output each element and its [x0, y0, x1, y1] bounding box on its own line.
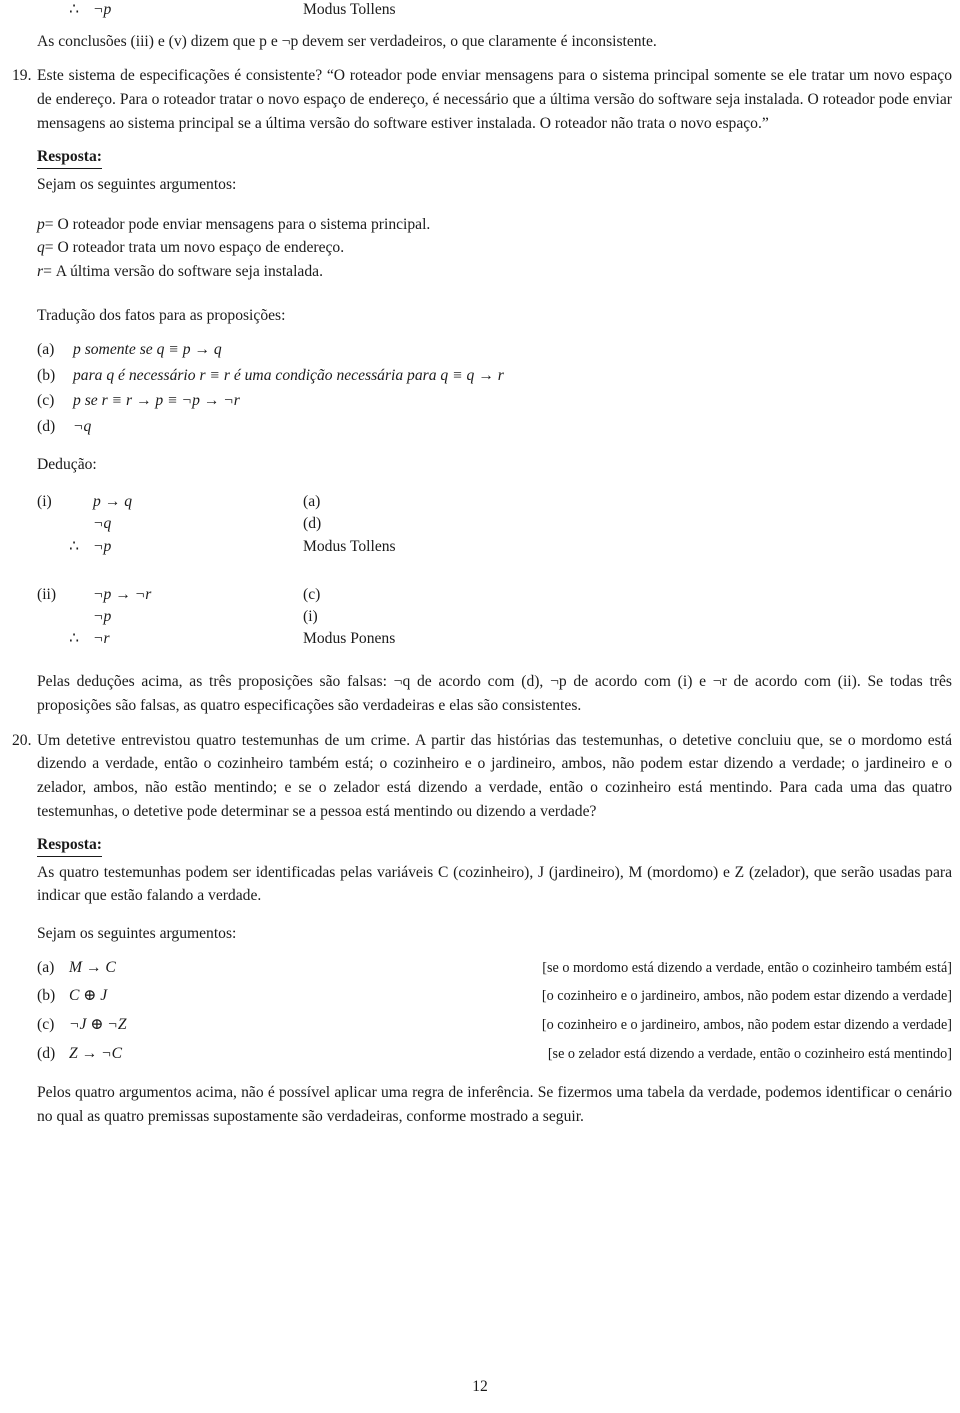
definition-variable: p [37, 215, 45, 233]
exercise-20-answer-heading-wrap: Resposta: [37, 835, 952, 857]
argument-row: (b) C ⊕ J [o cozinheiro e o jardineiro, … [37, 988, 952, 1004]
deduction-formula: ¬p [93, 537, 112, 555]
deduction-formula: ¬r [93, 630, 110, 648]
argument-description: [o cozinheiro e o jardineiro, ambos, não… [541, 988, 952, 1005]
proposition-tag: (b) [37, 366, 56, 384]
argument-tag: (d) [37, 1044, 56, 1062]
proposition-formula: p se r ≡ r → p ≡ ¬p → ¬r [73, 392, 240, 410]
argument-tag: (b) [37, 987, 56, 1005]
argument-tag: (a) [37, 958, 55, 976]
deduction-row: ∴ ¬r Modus Ponens [37, 628, 952, 650]
argument-row: (a) M → C [se o mordomo está dizendo a v… [37, 960, 952, 976]
proposition-formula: p somente se q ≡ p → q [73, 341, 222, 359]
deduction-justification: (i) [303, 607, 318, 625]
deduction-formula: ¬p → ¬r [93, 585, 152, 603]
proposition-formula: para q é necessário r ≡ r é uma condição… [73, 366, 504, 384]
deduction-tag: (i) [37, 493, 52, 511]
argument-formula: M → C [69, 958, 116, 976]
exercise-20-answer-paragraph: As quatro testemunhas podem ser identifi… [37, 863, 952, 905]
page-number: 12 [472, 1378, 488, 1396]
definition-text: A última versão do software seja instala… [55, 262, 323, 280]
exercise-19-answer-label: Resposta: [37, 147, 102, 169]
argument-formula: Z → ¬C [69, 1044, 122, 1062]
definition-line: p= O roteador pode enviar mensagens para… [37, 213, 952, 237]
exercise-19-answer-heading-wrap: Resposta: [37, 147, 952, 169]
argument-row: (d) Z → ¬C [se o zelador está dizendo a … [37, 1046, 952, 1062]
definition-text: O roteador pode enviar mensagens para o … [57, 215, 431, 233]
deduction-formula: ¬q [93, 515, 112, 533]
definition-text: O roteador trata um novo espaço de ender… [57, 239, 345, 257]
proposition-row: (d) ¬q [37, 419, 952, 435]
argument-tag: (c) [37, 1016, 55, 1034]
deduction-row: (ii) ¬p → ¬r (c) [37, 584, 952, 606]
definition-line: r= A última versão do software seja inst… [37, 260, 952, 284]
deduction-row: ¬p (i) [37, 606, 952, 628]
exercise-19-translation-intro: Tradução dos fatos para as proposições: [37, 306, 286, 324]
deduction-justification: (c) [303, 585, 321, 603]
deduction-block-i: (i) p → q (a) ¬q (d) ∴ ¬p Modus Tollens [37, 491, 952, 557]
exercise-19-arguments-intro: Sejam os seguintes argumentos: [37, 175, 237, 193]
proposition-tag: (c) [37, 392, 55, 410]
proposition-tag: (a) [37, 341, 55, 359]
deduction-block-ii: (ii) ¬p → ¬r (c) ¬p (i) ∴ ¬r Modus Ponen… [37, 584, 952, 650]
argument-description: [se o mordomo está dizendo a verdade, en… [542, 959, 952, 976]
intro-paragraph: As conclusões (iii) e (v) dizem que p e … [37, 32, 657, 50]
argument-description: [se o zelador está dizendo a verdade, en… [547, 1045, 952, 1062]
proposition-row: (b) para q é necessário r ≡ r é uma cond… [37, 368, 952, 384]
exercise-19-propositions: (a) p somente se q ≡ p → q (b) para q é … [37, 342, 952, 434]
document-page: ∴ ¬p Modus Tollens As conclusões (iii) e… [0, 0, 960, 1413]
deduction-row: ¬q (d) [37, 513, 952, 535]
definition-line: q= O roteador trata um novo espaço de en… [37, 236, 952, 260]
exercise-20-answer-label: Resposta: [37, 835, 102, 857]
deduction-row: (i) p → q (a) [37, 491, 952, 513]
therefore-symbol: ∴ [69, 537, 79, 555]
proposition-row: (a) p somente se q ≡ p → q [37, 342, 952, 358]
definition-variable: q [37, 239, 45, 257]
definition-equals: = [43, 262, 52, 280]
exercise-19: 19. Este sistema de especificações é con… [12, 64, 952, 135]
exercise-19-conclusion: Pelas deduções acima, as três proposiçõe… [37, 673, 952, 714]
deduction-label: Dedução: [37, 455, 97, 473]
argument-formula: C ⊕ J [69, 987, 108, 1005]
exercise-20-arguments: (a) M → C [se o mordomo está dizendo a v… [37, 960, 952, 1061]
therefore-symbol: ∴ [69, 630, 79, 648]
exercise-20-closing: Pelos quatro argumentos acima, não é pos… [37, 1084, 952, 1125]
argument-row: (c) ¬J ⊕ ¬Z [o cozinheiro e o jardineiro… [37, 1017, 952, 1033]
carryover-deduction-row: ∴ ¬p Modus Tollens [12, 0, 952, 18]
proposition-tag: (d) [37, 418, 56, 436]
deduction-row: ∴ ¬p Modus Tollens [37, 536, 952, 558]
page-content: ∴ ¬p Modus Tollens As conclusões (iii) e… [12, 0, 952, 1129]
definition-equals: = [44, 239, 54, 257]
carryover-justification: Modus Tollens [303, 1, 396, 18]
exercise-19-statement: Este sistema de especificações é consist… [37, 67, 952, 132]
definition-equals: = [44, 215, 54, 233]
proposition-row: (c) p se r ≡ r → p ≡ ¬p → ¬r [37, 393, 952, 409]
deduction-formula: ¬p [93, 607, 112, 625]
exercise-20: 20. Um detetive entrevistou quatro teste… [12, 729, 952, 824]
exercise-19-number: 19. [12, 67, 32, 85]
exercise-20-statement: Um detetive entrevistou quatro testemunh… [37, 731, 952, 820]
deduction-justification: Modus Tollens [303, 537, 396, 555]
deduction-justification: (a) [303, 493, 321, 511]
exercise-19-definitions: p= O roteador pode enviar mensagens para… [37, 213, 952, 284]
deduction-justification: Modus Ponens [303, 630, 396, 648]
exercise-20-arguments-intro: Sejam os seguintes argumentos: [37, 925, 237, 943]
argument-description: [o cozinheiro e o jardineiro, ambos, não… [541, 1017, 952, 1034]
therefore-symbol: ∴ [69, 1, 79, 18]
argument-formula: ¬J ⊕ ¬Z [69, 1016, 127, 1034]
deduction-tag: (ii) [37, 585, 57, 603]
carryover-formula: ¬p [93, 1, 112, 18]
proposition-formula: ¬q [73, 418, 92, 436]
deduction-formula: p → q [93, 493, 132, 511]
exercise-20-number: 20. [12, 731, 32, 749]
deduction-justification: (d) [303, 515, 322, 533]
